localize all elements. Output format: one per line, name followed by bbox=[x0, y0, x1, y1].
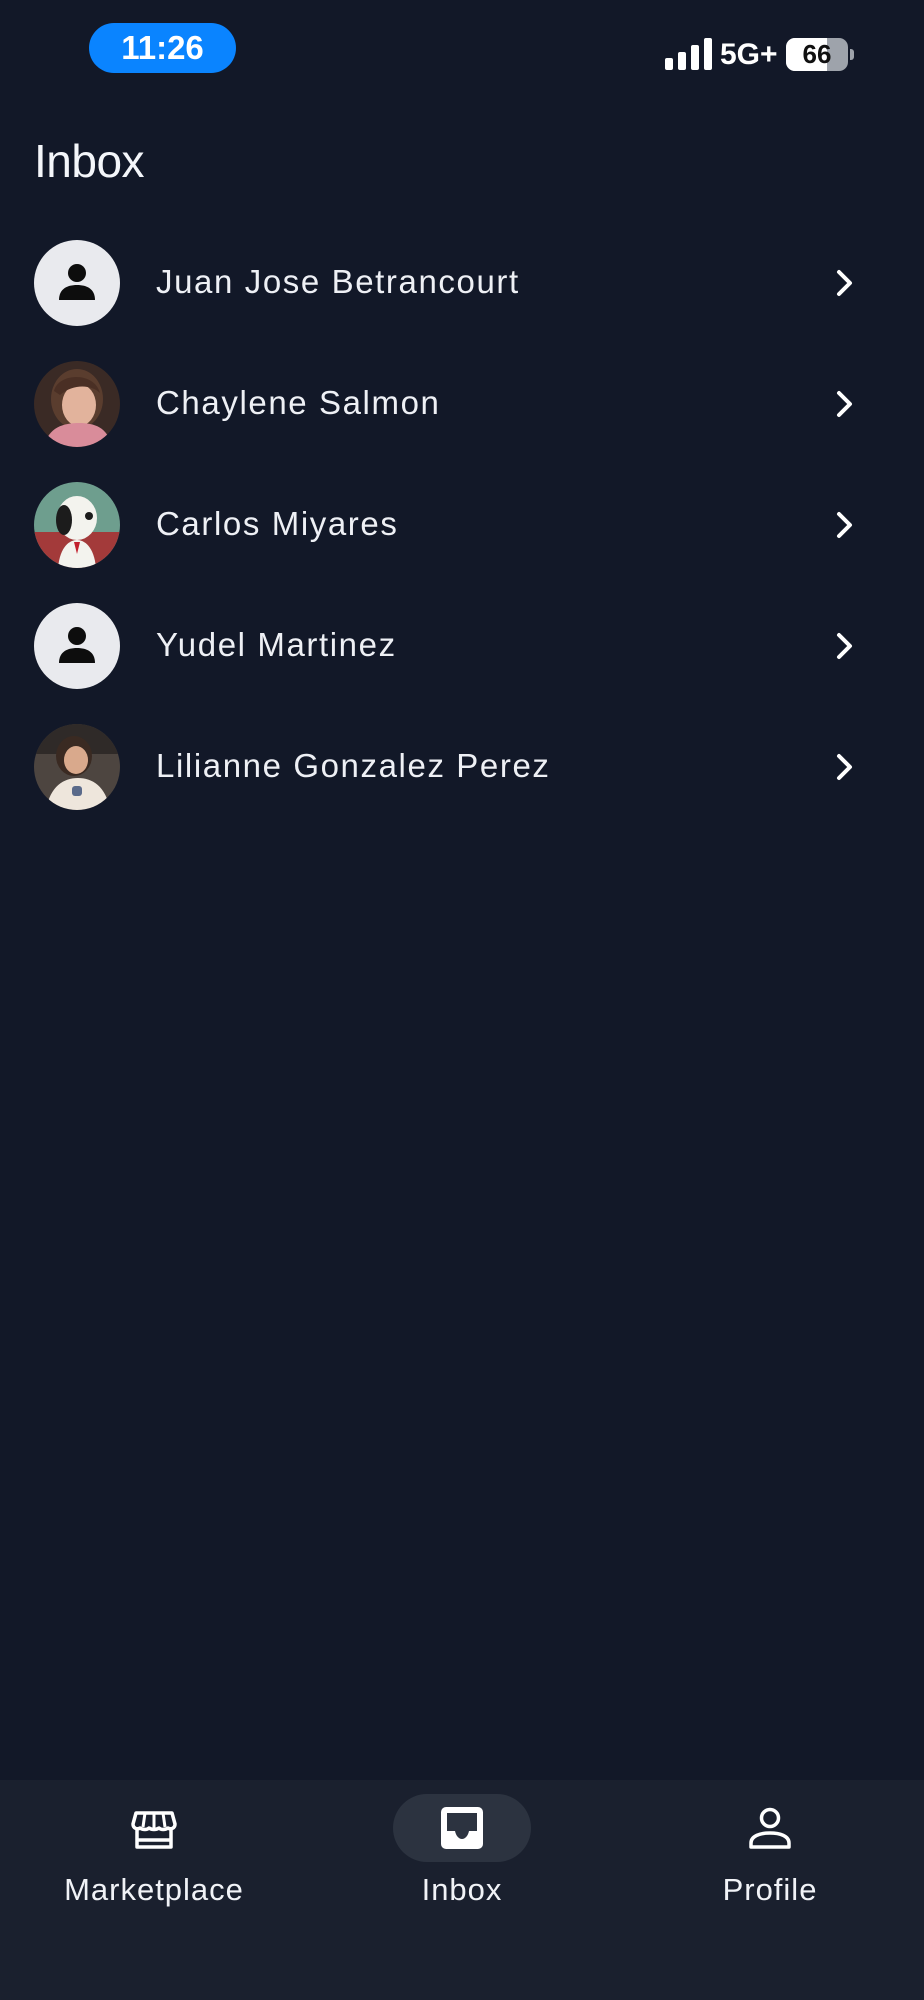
status-bar: 11:26 5G+ 66 bbox=[0, 0, 924, 100]
nav-item-marketplace[interactable]: Marketplace bbox=[0, 1780, 308, 1970]
storefront-icon bbox=[131, 1811, 177, 1849]
avatar-photo bbox=[34, 482, 120, 568]
nav-icon-container bbox=[85, 1794, 223, 1862]
page-title: Inbox bbox=[34, 135, 145, 187]
nav-item-inbox[interactable]: Inbox bbox=[308, 1780, 616, 1970]
bottom-nav: Marketplace Inbox Profile bbox=[0, 1780, 924, 2000]
avatar bbox=[34, 361, 120, 447]
network-type: 5G+ bbox=[720, 38, 778, 71]
battery-level: 66 bbox=[802, 39, 832, 69]
person-placeholder-icon bbox=[59, 627, 95, 663]
nav-label-inbox: Inbox bbox=[421, 1872, 503, 1907]
avatar bbox=[34, 603, 120, 689]
avatar bbox=[34, 240, 120, 326]
conversation-list: Juan Jose Betrancourt Chaylene Salmon Ca… bbox=[0, 232, 924, 837]
cellular-signal-icon bbox=[665, 38, 712, 70]
chevron-right-icon bbox=[837, 270, 852, 296]
conversation-row[interactable]: Juan Jose Betrancourt bbox=[0, 232, 924, 353]
person-placeholder-icon bbox=[59, 264, 95, 300]
chevron-right-icon bbox=[837, 754, 852, 780]
nav-icon-container bbox=[701, 1794, 839, 1862]
contact-name: Juan Jose Betrancourt bbox=[156, 263, 520, 300]
status-time[interactable]: 11:26 bbox=[89, 23, 236, 73]
chevron-right-icon bbox=[837, 633, 852, 659]
avatar-photo bbox=[34, 724, 120, 810]
avatar bbox=[34, 482, 120, 568]
chevron-right-icon bbox=[837, 391, 852, 417]
battery-tip bbox=[850, 49, 854, 60]
person-icon bbox=[749, 1807, 791, 1849]
avatar bbox=[34, 724, 120, 810]
contact-name: Lilianne Gonzalez Perez bbox=[156, 747, 551, 784]
nav-icon-container-active bbox=[393, 1794, 531, 1862]
inbox-icon bbox=[441, 1807, 483, 1849]
contact-name: Yudel Martinez bbox=[156, 626, 397, 663]
conversation-row[interactable]: Yudel Martinez bbox=[0, 595, 924, 716]
conversation-row[interactable]: Lilianne Gonzalez Perez bbox=[0, 716, 924, 837]
chevron-right-icon bbox=[837, 512, 852, 538]
avatar-photo bbox=[34, 361, 120, 447]
conversation-row[interactable]: Chaylene Salmon bbox=[0, 353, 924, 474]
nav-label-profile: Profile bbox=[722, 1872, 818, 1907]
battery-icon: 66 bbox=[786, 38, 848, 71]
nav-label-marketplace: Marketplace bbox=[64, 1872, 244, 1907]
contact-name: Carlos Miyares bbox=[156, 505, 399, 542]
conversation-row[interactable]: Carlos Miyares bbox=[0, 474, 924, 595]
nav-item-profile[interactable]: Profile bbox=[616, 1780, 924, 1970]
contact-name: Chaylene Salmon bbox=[156, 384, 441, 421]
